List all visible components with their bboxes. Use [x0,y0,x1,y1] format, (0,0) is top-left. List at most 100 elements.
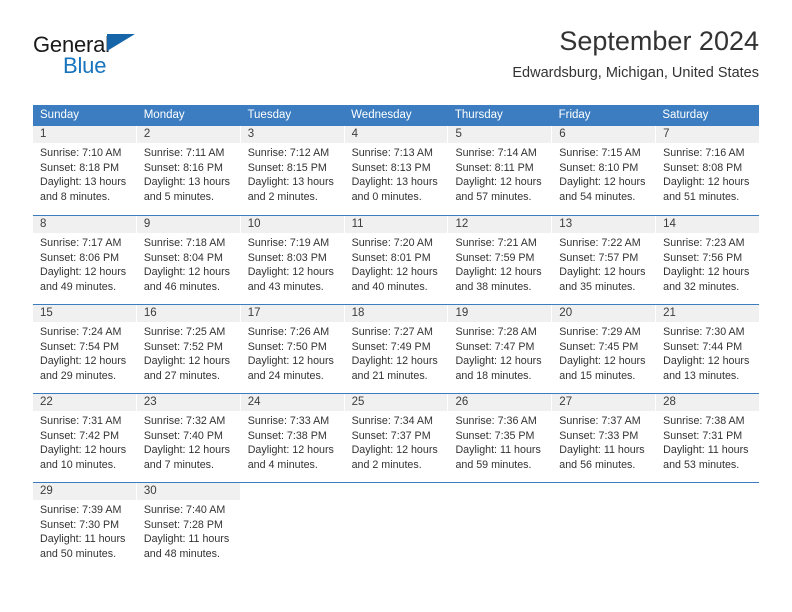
daylight-duration-line2: and 32 minutes. [663,280,740,293]
sunrise-time: Sunrise: 7:26 AM [247,326,330,338]
calendar-day-cell[interactable]: 29 Sunrise: 7:39 AM Sunset: 7:30 PM Dayligh… [33,483,137,571]
daylight-duration-line2: and 5 minutes. [143,190,214,203]
sunset-time: Sunset: 7:35 PM [455,429,535,442]
daylight-duration-line2: and 57 minutes. [455,190,532,203]
calendar-day-cell[interactable]: 4 Sunrise: 7:13 AM Sunset: 8:13 PM Daylight… [344,126,449,215]
sunset-time: Sunset: 7:45 PM [559,340,639,353]
daylight-duration-line1: Daylight: 12 hours [351,266,438,279]
calendar-day-cell[interactable]: 27 Sunrise: 7:37 AM Sunset: 7:33 PM Dayligh… [552,394,657,482]
daylight-duration-line1: Daylight: 12 hours [559,266,646,279]
daylight-duration-line1: Daylight: 13 hours [247,176,334,189]
daylight-duration-line1: Daylight: 12 hours [351,444,438,457]
sunrise-time: Sunrise: 7:10 AM [40,147,122,159]
calendar-day-cell[interactable]: 13 Sunrise: 7:22 AM Sunset: 7:57 PM Dayligh… [552,216,657,304]
sunset-time: Sunset: 8:13 PM [351,161,431,174]
sunrise-time: Sunrise: 7:19 AM [247,237,330,249]
calendar-day-cell[interactable]: 19 Sunrise: 7:28 AM Sunset: 7:47 PM Dayligh… [448,305,553,393]
day-number: 29 [33,483,136,500]
sunrise-time: Sunrise: 7:34 AM [351,415,433,427]
day-number: 21 [656,305,760,322]
daylight-duration-line1: Daylight: 12 hours [455,176,542,189]
day-details: Sunrise: 7:31 AM Sunset: 7:42 PM Daylight:… [33,411,136,472]
daylight-duration-line2: and 49 minutes. [40,280,117,293]
calendar-day-cell[interactable]: 5 Sunrise: 7:14 AM Sunset: 8:11 PM Daylight… [448,126,553,215]
sunrise-time: Sunrise: 7:32 AM [143,415,226,427]
daylight-duration-line2: and 59 minutes. [455,458,532,471]
calendar-day-cell[interactable]: 14 Sunrise: 7:23 AM Sunset: 7:56 PM Dayligh… [656,216,760,304]
day-details: Sunrise: 7:16 AM Sunset: 8:08 PM Daylight:… [656,143,759,204]
sunset-time: Sunset: 7:59 PM [455,251,535,264]
sunset-time: Sunset: 7:44 PM [663,340,743,353]
daylight-duration-line2: and 46 minutes. [143,280,220,293]
calendar-day-cell[interactable]: 12 Sunrise: 7:21 AM Sunset: 7:59 PM Dayligh… [448,216,553,304]
day-details: Sunrise: 7:29 AM Sunset: 7:45 PM Daylight:… [552,322,655,383]
sunrise-time: Sunrise: 7:12 AM [247,147,330,159]
day-details: Sunrise: 7:39 AM Sunset: 7:30 PM Daylight:… [33,500,136,561]
calendar-day-cell[interactable]: 6 Sunrise: 7:15 AM Sunset: 8:10 PM Daylight… [552,126,657,215]
calendar-day-cell[interactable]: 21 Sunrise: 7:30 AM Sunset: 7:44 PM Dayligh… [656,305,760,393]
calendar-day-cell[interactable]: 7 Sunrise: 7:16 AM Sunset: 8:08 PM Daylight… [656,126,760,215]
day-details: Sunrise: 7:22 AM Sunset: 7:57 PM Daylight:… [552,233,655,294]
day-number: 9 [136,216,240,233]
calendar-day-cell[interactable]: 28 Sunrise: 7:38 AM Sunset: 7:31 PM Dayligh… [656,394,760,482]
calendar-day-cell[interactable]: 17 Sunrise: 7:26 AM Sunset: 7:50 PM Dayligh… [240,305,345,393]
sunrise-time: Sunrise: 7:27 AM [351,326,433,338]
sunset-time: Sunset: 7:28 PM [143,518,223,531]
calendar-day-cell[interactable]: 22 Sunrise: 7:31 AM Sunset: 7:42 PM Dayligh… [33,394,137,482]
calendar-day-cell[interactable]: 24 Sunrise: 7:33 AM Sunset: 7:38 PM Dayligh… [240,394,345,482]
calendar-day-cell[interactable]: 25 Sunrise: 7:34 AM Sunset: 7:37 PM Dayligh… [344,394,449,482]
calendar-empty-cell [656,483,759,571]
daylight-duration-line1: Daylight: 11 hours [143,533,230,546]
sunset-time: Sunset: 8:01 PM [351,251,431,264]
daylight-duration-line1: Daylight: 12 hours [247,444,334,457]
calendar-day-cell[interactable]: 16 Sunrise: 7:25 AM Sunset: 7:52 PM Dayligh… [136,305,241,393]
calendar-day-cell[interactable]: 26 Sunrise: 7:36 AM Sunset: 7:35 PM Dayligh… [448,394,553,482]
day-number: 15 [33,305,136,322]
sunrise-time: Sunrise: 7:23 AM [663,237,745,249]
sunrise-time: Sunrise: 7:16 AM [663,147,745,159]
sunrise-time: Sunrise: 7:20 AM [351,237,433,249]
sunset-time: Sunset: 8:08 PM [663,161,743,174]
daylight-duration-line1: Daylight: 13 hours [143,176,231,189]
sunset-time: Sunset: 7:40 PM [143,429,223,442]
calendar-day-cell[interactable]: 1 Sunrise: 7:10 AM Sunset: 8:18 PM Daylight… [33,126,137,215]
calendar-day-cell[interactable]: 15 Sunrise: 7:24 AM Sunset: 7:54 PM Dayligh… [33,305,137,393]
day-details: Sunrise: 7:30 AM Sunset: 7:44 PM Daylight:… [656,322,759,383]
day-number: 28 [656,394,760,411]
daylight-duration-line1: Daylight: 12 hours [559,176,646,189]
sunset-time: Sunset: 8:10 PM [559,161,639,174]
calendar-day-cell[interactable]: 3 Sunrise: 7:12 AM Sunset: 8:15 PM Daylight… [240,126,345,215]
calendar-day-cell[interactable]: 2 Sunrise: 7:11 AM Sunset: 8:16 PM Daylight… [136,126,241,215]
sunset-time: Sunset: 8:03 PM [247,251,327,264]
daylight-duration-line1: Daylight: 12 hours [247,355,334,368]
calendar-empty-cell [552,483,657,571]
calendar-day-cell[interactable]: 8 Sunrise: 7:17 AM Sunset: 8:06 PM Daylight… [33,216,137,304]
calendar-day-cell[interactable]: 9 Sunrise: 7:18 AM Sunset: 8:04 PM Daylight… [136,216,241,304]
calendar-day-cell[interactable]: 18 Sunrise: 7:27 AM Sunset: 7:49 PM Dayligh… [344,305,449,393]
calendar-day-cell[interactable]: 11 Sunrise: 7:20 AM Sunset: 8:01 PM Dayligh… [344,216,449,304]
daylight-duration-line1: Daylight: 11 hours [40,533,126,546]
weekday-header-tuesday: Tuesday [247,109,292,121]
sunset-time: Sunset: 7:31 PM [663,429,743,442]
sunrise-time: Sunrise: 7:18 AM [143,237,226,249]
sunset-time: Sunset: 7:33 PM [559,429,639,442]
day-details: Sunrise: 7:27 AM Sunset: 7:49 PM Daylight:… [345,322,448,383]
day-details: Sunrise: 7:36 AM Sunset: 7:35 PM Daylight:… [448,411,551,472]
day-details: Sunrise: 7:13 AM Sunset: 8:13 PM Daylight:… [345,143,448,204]
calendar-day-cell[interactable]: 23 Sunrise: 7:32 AM Sunset: 7:40 PM Dayligh… [136,394,241,482]
day-details: Sunrise: 7:23 AM Sunset: 7:56 PM Daylight:… [656,233,759,294]
day-details: Sunrise: 7:33 AM Sunset: 7:38 PM Daylight:… [241,411,344,472]
daylight-duration-line2: and 29 minutes. [40,369,117,382]
calendar-day-cell[interactable]: 30 Sunrise: 7:40 AM Sunset: 7:28 PM Dayligh… [136,483,241,571]
daylight-duration-line2: and 15 minutes. [559,369,636,382]
sunrise-time: Sunrise: 7:33 AM [247,415,330,427]
generalblue-logo[interactable]: General Blue [33,32,213,88]
sunrise-time: Sunrise: 7:28 AM [455,326,537,338]
triangle-icon [107,34,135,51]
calendar-day-cell[interactable]: 10 Sunrise: 7:19 AM Sunset: 8:03 PM Dayligh… [240,216,345,304]
daylight-duration-line1: Daylight: 12 hours [351,355,438,368]
calendar-day-cell[interactable]: 20 Sunrise: 7:29 AM Sunset: 7:45 PM Dayligh… [552,305,657,393]
calendar-week-row: 1 Sunrise: 7:10 AM Sunset: 8:18 PM Daylight… [33,126,760,215]
sunset-time: Sunset: 8:16 PM [143,161,223,174]
daylight-duration-line1: Daylight: 13 hours [40,176,127,189]
